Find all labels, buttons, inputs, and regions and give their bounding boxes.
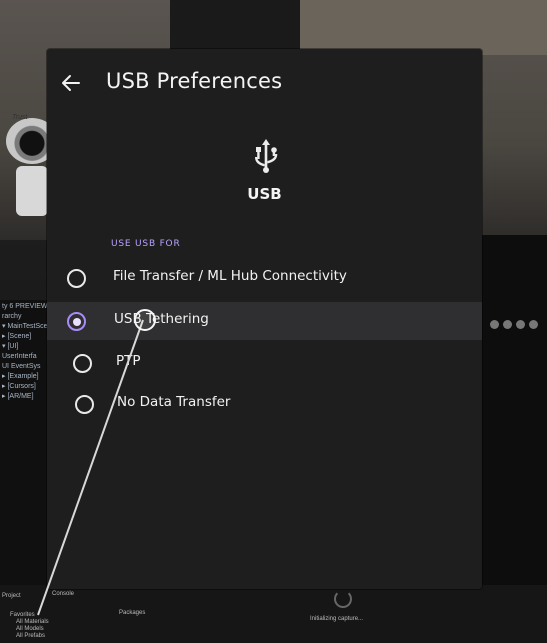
section-header: USE USB FOR	[111, 239, 181, 249]
usb-icon	[255, 139, 278, 173]
back-button[interactable]	[59, 71, 83, 95]
radio-button[interactable]	[67, 269, 86, 288]
option-label: No Data Transfer	[117, 394, 231, 410]
bg-item: Favorites	[10, 612, 35, 618]
webcam-brand: Trust	[12, 114, 28, 121]
bg-item: All Materials	[16, 619, 49, 625]
bg-tab-console: Console	[52, 591, 75, 597]
header: USB Preferences	[47, 49, 482, 121]
option-label: USB Tethering	[114, 311, 209, 327]
controller-cursor	[134, 309, 156, 331]
background-bottom-panel	[0, 585, 547, 643]
option-no-data-transfer[interactable]: No Data Transfer	[47, 385, 482, 423]
radio-button[interactable]	[73, 354, 92, 373]
bg-packages-label: Packages	[119, 610, 146, 616]
option-ptp[interactable]: PTP	[47, 344, 482, 382]
background-toolbar-icons	[490, 320, 547, 332]
bg-tab-project: Project	[2, 593, 21, 599]
bg-item: All Prefabs	[16, 633, 46, 639]
usb-preferences-panel: USB Preferences USB USE USB FOR File Tra…	[47, 49, 482, 589]
option-label: PTP	[116, 353, 141, 369]
capture-status: Initializing capture...	[310, 616, 364, 622]
device-label: USB	[247, 185, 282, 203]
loading-spinner-icon	[334, 590, 352, 608]
option-file-transfer[interactable]: File Transfer / ML Hub Connectivity	[47, 259, 482, 297]
page-title: USB Preferences	[106, 69, 283, 93]
option-label: File Transfer / ML Hub Connectivity	[113, 268, 347, 284]
bg-item: All Models	[16, 626, 44, 632]
radio-button-selected[interactable]	[67, 312, 86, 331]
webcam-stand	[16, 166, 48, 216]
option-usb-tethering[interactable]: USB Tethering	[47, 302, 482, 340]
background-window	[300, 0, 547, 55]
radio-button[interactable]	[75, 395, 94, 414]
back-arrow-icon	[62, 75, 80, 91]
